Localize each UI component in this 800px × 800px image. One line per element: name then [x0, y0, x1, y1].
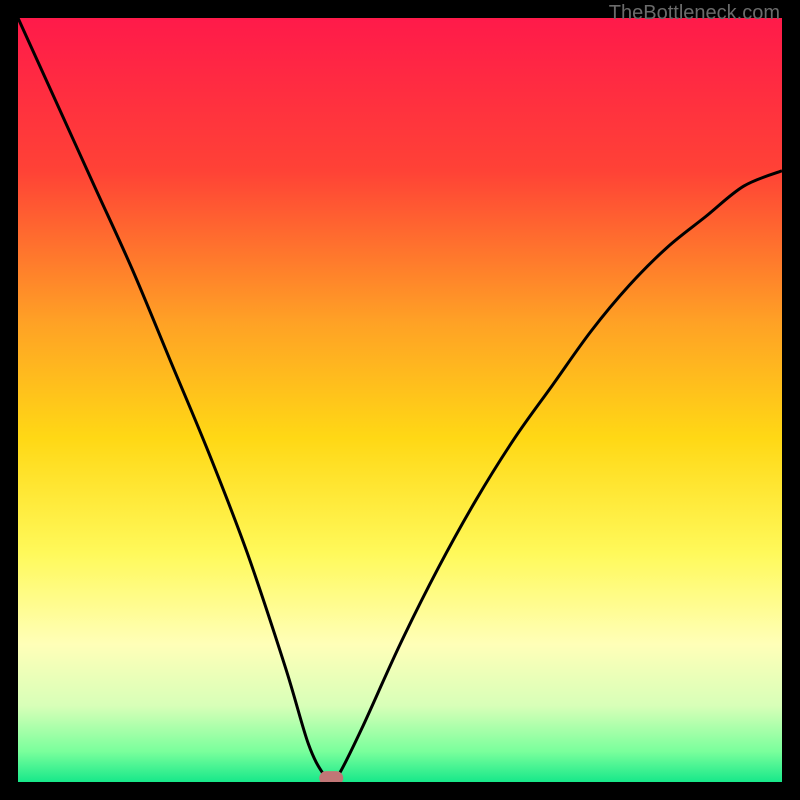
chart-canvas: [18, 18, 782, 782]
gradient-background: [18, 18, 782, 782]
minimum-marker: [319, 771, 343, 782]
chart-frame: [18, 18, 782, 782]
watermark-text: TheBottleneck.com: [609, 2, 780, 25]
